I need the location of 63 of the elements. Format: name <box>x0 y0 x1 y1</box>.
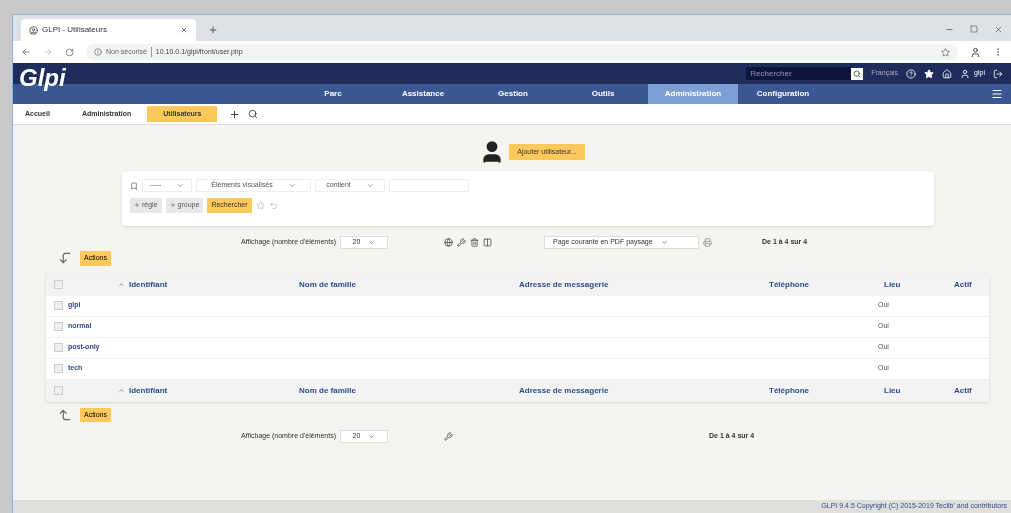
column-header[interactable]: Identifiant <box>129 384 299 397</box>
column-header[interactable]: Adresse de messagerie <box>519 384 769 397</box>
browser-tab[interactable]: GLPI - Utilisateurs <box>21 19 196 41</box>
info-icon <box>94 48 102 56</box>
plus-icon <box>134 202 140 209</box>
close-icon[interactable] <box>994 25 1003 34</box>
sort-icon[interactable] <box>118 281 125 288</box>
column-header[interactable]: Identifiant <box>129 278 299 291</box>
column-header[interactable]: Téléphone <box>769 278 884 291</box>
reload-icon[interactable] <box>65 47 74 57</box>
column-header[interactable]: Actif <box>954 278 994 291</box>
arrow-icon <box>58 251 72 266</box>
close-icon[interactable] <box>180 26 188 34</box>
column-header[interactable]: Lieu <box>884 278 954 291</box>
column-header[interactable]: Nom de famille <box>299 278 519 291</box>
search-icon <box>853 69 862 78</box>
column-header[interactable]: Lieu <box>884 384 954 397</box>
user-icon <box>960 68 971 79</box>
menu-tab[interactable]: Assistance <box>378 84 468 104</box>
home-icon[interactable] <box>942 68 953 79</box>
maximize-icon[interactable] <box>970 25 978 33</box>
star-icon[interactable] <box>255 200 265 210</box>
trash-icon[interactable] <box>470 238 479 247</box>
profile-icon[interactable] <box>970 46 981 58</box>
menu-tab[interactable]: Parc <box>288 84 378 104</box>
column-header[interactable]: Adresse de messagerie <box>519 278 769 291</box>
wrench-icon[interactable] <box>444 432 453 441</box>
chevron-down-icon <box>177 182 185 189</box>
chevron-down-icon <box>660 239 668 246</box>
checkbox[interactable] <box>54 322 63 331</box>
globe-icon[interactable] <box>444 238 453 247</box>
chevron-down-icon <box>366 182 374 189</box>
column-header[interactable]: Nom de famille <box>299 384 519 397</box>
favicon-icon <box>29 25 38 35</box>
plus-icon <box>169 202 176 209</box>
sort-icon[interactable] <box>118 387 125 394</box>
menu-tab[interactable]: Outils <box>558 84 648 104</box>
chevron-down-icon <box>368 239 376 246</box>
search-button[interactable] <box>851 67 864 80</box>
search-icon[interactable] <box>248 109 259 119</box>
help-icon[interactable] <box>906 68 917 79</box>
checkbox[interactable] <box>54 301 63 310</box>
logout-icon[interactable] <box>993 68 1003 79</box>
bookmark-icon[interactable] <box>941 47 950 57</box>
logo: Glpi <box>19 66 66 90</box>
columns-icon[interactable] <box>483 238 492 247</box>
search-field[interactable]: Rechercher <box>746 67 852 80</box>
menu-icon[interactable] <box>991 88 1003 100</box>
menu-tab[interactable]: Gestion <box>468 84 558 104</box>
checkbox[interactable] <box>54 343 63 352</box>
menu-tab[interactable]: Configuration <box>738 84 828 104</box>
checkbox[interactable] <box>54 386 63 395</box>
wrench-icon[interactable] <box>457 238 466 247</box>
column-header[interactable]: Actif <box>954 384 994 397</box>
back-icon[interactable] <box>21 47 31 57</box>
arrow-icon <box>58 407 72 422</box>
checkbox[interactable] <box>54 364 63 373</box>
add-icon[interactable] <box>229 108 241 120</box>
chevron-down-icon <box>288 182 296 189</box>
checkbox[interactable] <box>54 280 63 289</box>
new-tab-icon[interactable] <box>208 25 218 35</box>
column-header[interactable]: Téléphone <box>769 384 884 397</box>
chevron-down-icon <box>368 433 376 440</box>
